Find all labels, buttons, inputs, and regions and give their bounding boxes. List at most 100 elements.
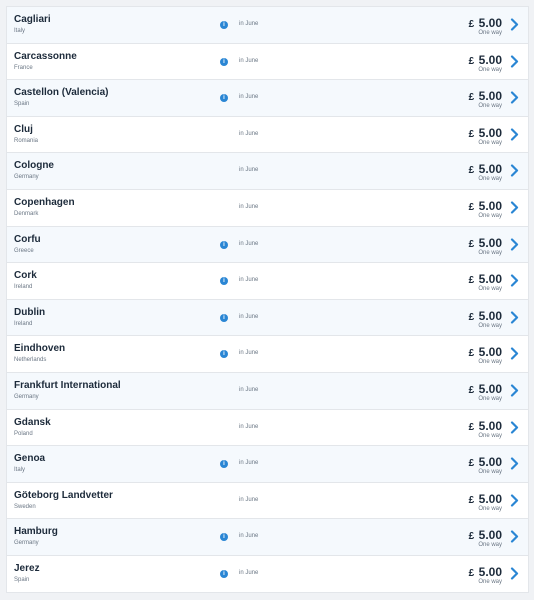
destination-country: France: [14, 64, 33, 71]
fare-amount: 5.00: [478, 564, 502, 579]
destination-row[interactable]: Castellon (Valencia) Spain i in June £ 5…: [7, 80, 528, 117]
chevron-right-icon[interactable]: [510, 420, 519, 434]
destination-row[interactable]: Cork Ireland i in June £ 5.00 One way: [7, 263, 528, 300]
fare-amount: 5.00: [478, 52, 502, 67]
fare-type: One way: [478, 212, 502, 219]
destination-row[interactable]: Göteborg Landvetter Sweden in June £ 5.0…: [7, 483, 528, 520]
fare-currency: £: [468, 165, 475, 177]
fare-currency: £: [468, 19, 475, 30]
fare-type: One way: [478, 395, 502, 402]
info-icon[interactable]: i: [220, 240, 228, 249]
destination-city: Eindhoven: [14, 343, 66, 355]
destination-city: Cologne: [14, 160, 54, 172]
destination-row[interactable]: Cluj Romania in June £ 5.00 One way: [7, 117, 528, 154]
chevron-right-icon[interactable]: [510, 18, 519, 31]
chevron-right-icon[interactable]: [510, 530, 519, 543]
destination-city: Carcassonne: [14, 50, 77, 62]
fare-currency: £: [468, 311, 475, 323]
info-icon[interactable]: i: [220, 277, 228, 286]
travel-period: in June: [239, 57, 259, 64]
destination-row[interactable]: Cagliari Italy i in June £ 5.00 One way: [7, 7, 528, 44]
destination-row[interactable]: Dublin Ireland i in June £ 5.00 One way: [7, 299, 528, 337]
destination-country: Italy: [14, 467, 26, 474]
fare-amount: 5.00: [478, 381, 502, 396]
destination-country: Germany: [14, 174, 39, 181]
fare-amount: 5.00: [478, 162, 502, 177]
fare-currency: £: [468, 238, 475, 250]
fare-currency: £: [468, 531, 475, 543]
chevron-right-icon[interactable]: [510, 567, 519, 580]
destination-row[interactable]: Genoa Italy i in June £ 5.00 One way: [7, 446, 528, 483]
info-icon[interactable]: i: [220, 569, 228, 578]
fare-currency: £: [468, 92, 475, 104]
info-icon[interactable]: i: [220, 57, 228, 66]
fare-currency: £: [468, 128, 475, 140]
destination-row[interactable]: Eindhoven Netherlands i in June £ 5.00 O…: [7, 336, 528, 373]
chevron-right-icon[interactable]: [510, 237, 519, 251]
destination-row[interactable]: Cologne Germany in June £ 5.00 One way: [7, 153, 528, 190]
fare-type: One way: [478, 139, 502, 146]
chevron-right-icon[interactable]: [510, 274, 519, 287]
fare-type: One way: [478, 359, 502, 366]
destination-row[interactable]: Corfu Greece i in June £ 5.00 One way: [7, 226, 528, 264]
chevron-right-icon[interactable]: [510, 494, 519, 507]
destination-row[interactable]: Hamburg Germany i in June £ 5.00 One way: [7, 519, 528, 556]
fare-type: One way: [478, 469, 502, 476]
travel-period: in June: [239, 460, 259, 467]
destination-city: Gdansk: [14, 416, 51, 428]
destination-row[interactable]: Carcassonne France i in June £ 5.00 One …: [7, 44, 528, 81]
info-icon[interactable]: i: [220, 460, 228, 469]
fare-type: One way: [478, 176, 502, 183]
destination-row[interactable]: Frankfurt International Germany in June …: [7, 372, 528, 410]
fare-amount: 5.00: [478, 455, 502, 470]
destination-country: Netherlands: [14, 357, 47, 364]
destination-list: Cagliari Italy i in June £ 5.00 One way …: [6, 6, 529, 593]
destination-city: Jerez: [14, 562, 40, 574]
fare-currency: £: [468, 275, 475, 287]
fare-amount: 5.00: [478, 198, 502, 213]
chevron-right-icon[interactable]: [510, 54, 519, 68]
destination-country: Ireland: [14, 320, 33, 327]
fare-type: One way: [478, 322, 502, 329]
fare-currency: £: [468, 567, 475, 579]
fare-amount: 5.00: [478, 89, 502, 104]
destination-row[interactable]: Gdansk Poland in June £ 5.00 One way: [7, 410, 528, 447]
fare-amount: 5.00: [478, 235, 502, 250]
chevron-right-icon[interactable]: [510, 311, 519, 324]
fare-amount: 5.00: [478, 16, 502, 30]
destination-city: Göteborg Landvetter: [14, 489, 113, 501]
travel-period: in June: [239, 496, 259, 503]
chevron-right-icon[interactable]: [510, 457, 519, 470]
destination-city: Genoa: [14, 453, 46, 465]
chevron-right-icon[interactable]: [510, 384, 519, 397]
fare-currency: £: [468, 384, 475, 396]
fare-type: One way: [478, 432, 502, 439]
travel-period: in June: [239, 21, 259, 27]
info-icon[interactable]: i: [220, 350, 228, 359]
chevron-right-icon[interactable]: [510, 164, 519, 177]
travel-period: in June: [239, 386, 259, 393]
chevron-right-icon[interactable]: [510, 128, 519, 141]
travel-period: in June: [239, 167, 259, 174]
fare-type: One way: [478, 505, 502, 512]
chevron-right-icon[interactable]: [510, 201, 519, 214]
travel-period: in June: [239, 533, 259, 540]
destination-country: Ireland: [14, 284, 33, 291]
destination-row[interactable]: Copenhagen Denmark in June £ 5.00 One wa…: [7, 190, 528, 227]
destination-city: Corfu: [14, 233, 41, 245]
travel-period: in June: [239, 240, 259, 247]
fare-currency: £: [468, 421, 475, 433]
info-icon[interactable]: i: [220, 313, 228, 322]
fare-amount: 5.00: [478, 125, 502, 140]
info-icon[interactable]: i: [220, 94, 228, 103]
fare-type: One way: [478, 286, 502, 293]
chevron-right-icon[interactable]: [510, 347, 519, 360]
info-icon[interactable]: i: [220, 533, 228, 542]
fare-amount: 5.00: [478, 491, 502, 506]
fare-currency: £: [468, 348, 475, 360]
destination-city: Hamburg: [14, 526, 58, 538]
chevron-right-icon[interactable]: [510, 91, 519, 104]
destination-country: Romania: [14, 137, 39, 144]
info-icon[interactable]: i: [220, 21, 228, 29]
destination-row[interactable]: Jerez Spain i in June £ 5.00 One way: [7, 556, 528, 592]
